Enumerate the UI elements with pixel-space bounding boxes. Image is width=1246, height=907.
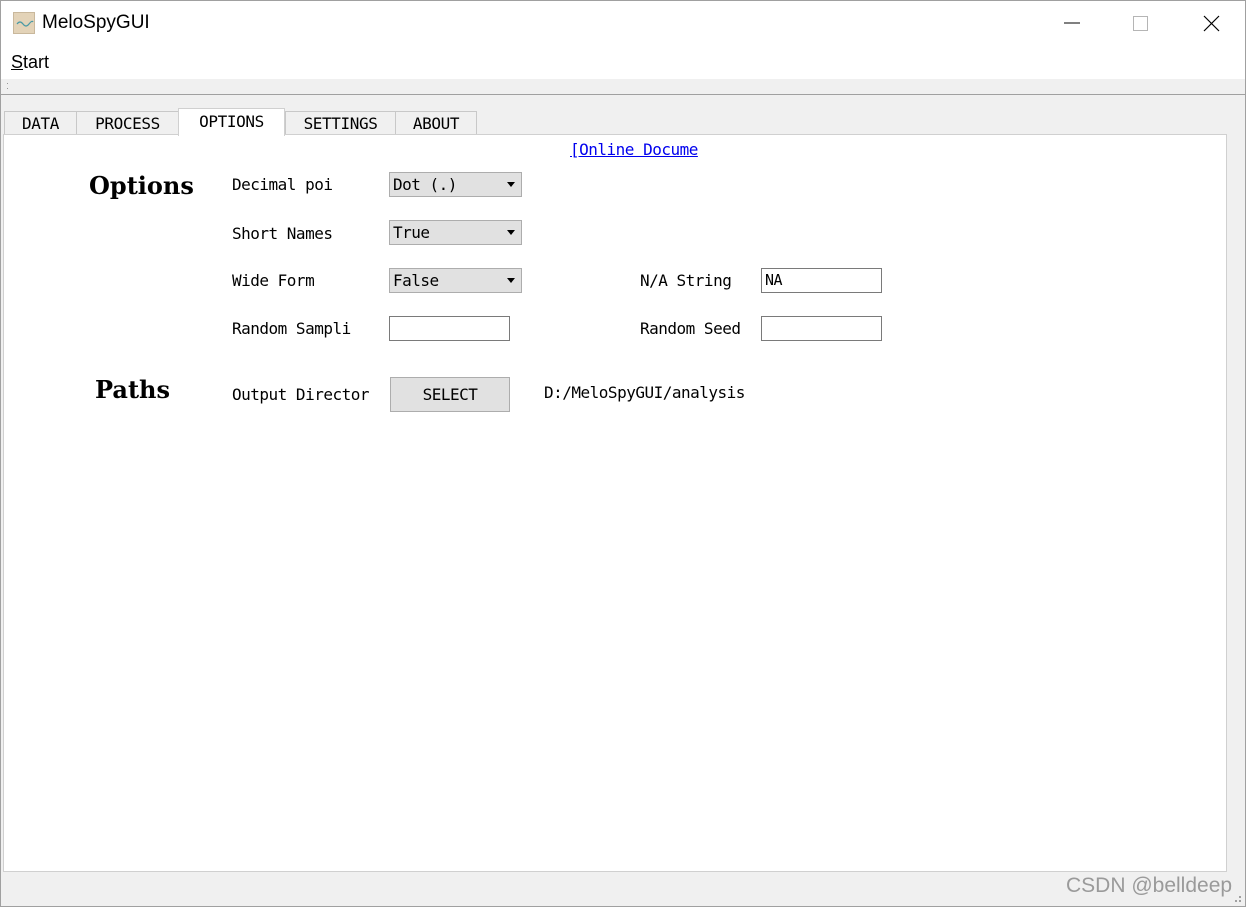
wide-form-value: False [393,271,439,290]
na-string-input[interactable]: NA [761,268,882,293]
na-string-label: N/A String [640,271,732,290]
random-seed-input[interactable] [761,316,882,341]
tab-settings[interactable]: SETTINGS [285,111,396,135]
menu-bar: Start [1,45,1245,79]
short-names-dropdown[interactable]: True [389,220,522,245]
dropdown-arrow-icon [507,278,515,283]
options-panel: [Online Docume Options Decimal poi Dot (… [3,134,1227,872]
random-sampling-label: Random Sampli [232,319,351,338]
random-sampling-input[interactable] [389,316,510,341]
output-directory-label: Output Director [232,385,370,404]
tab-options[interactable]: OPTIONS [178,108,285,136]
minimize-button[interactable] [1048,1,1094,45]
online-documentation-link[interactable]: [Online Docume [570,140,698,159]
toolbar-strip: · · [1,79,1245,95]
watermark: CSDN @belldeep [1066,874,1233,897]
menu-start[interactable]: Start [11,52,49,73]
short-names-value: True [393,223,430,242]
decimal-point-dropdown[interactable]: Dot (.) [389,172,522,197]
maximize-icon [1133,16,1148,31]
wide-form-dropdown[interactable]: False [389,268,522,293]
output-directory-path: D:/MeloSpyGUI/analysis [544,383,745,402]
short-names-label: Short Names [232,224,333,243]
dropdown-arrow-icon [507,182,515,187]
toolbar-grip-icon[interactable]: · · [6,79,9,93]
minimize-icon [1064,22,1080,24]
tab-process[interactable]: PROCESS [76,111,179,135]
menu-start-label: tart [23,52,50,72]
close-button[interactable] [1188,1,1234,45]
status-bar [1,873,1245,906]
paths-section-title: Paths [95,375,170,404]
close-icon [1203,15,1220,32]
menu-start-accelerator: S [11,52,24,72]
tab-about[interactable]: ABOUT [395,111,477,135]
tab-data[interactable]: DATA [4,111,77,135]
title-bar[interactable]: MeloSpyGUI [1,1,1245,45]
dropdown-arrow-icon [507,230,515,235]
app-icon [13,12,35,34]
maximize-button[interactable] [1117,1,1163,45]
decimal-point-value: Dot (.) [393,175,457,194]
window-title: MeloSpyGUI [42,12,150,33]
select-output-directory-button[interactable]: SELECT [390,377,510,412]
options-section-title: Options [89,171,194,200]
random-seed-label: Random Seed [640,319,741,338]
decimal-point-label: Decimal poi [232,175,333,194]
wide-form-label: Wide Form [232,271,315,290]
app-window: MeloSpyGUI Start · · DATA PROCESS OPTIONS [0,0,1246,907]
